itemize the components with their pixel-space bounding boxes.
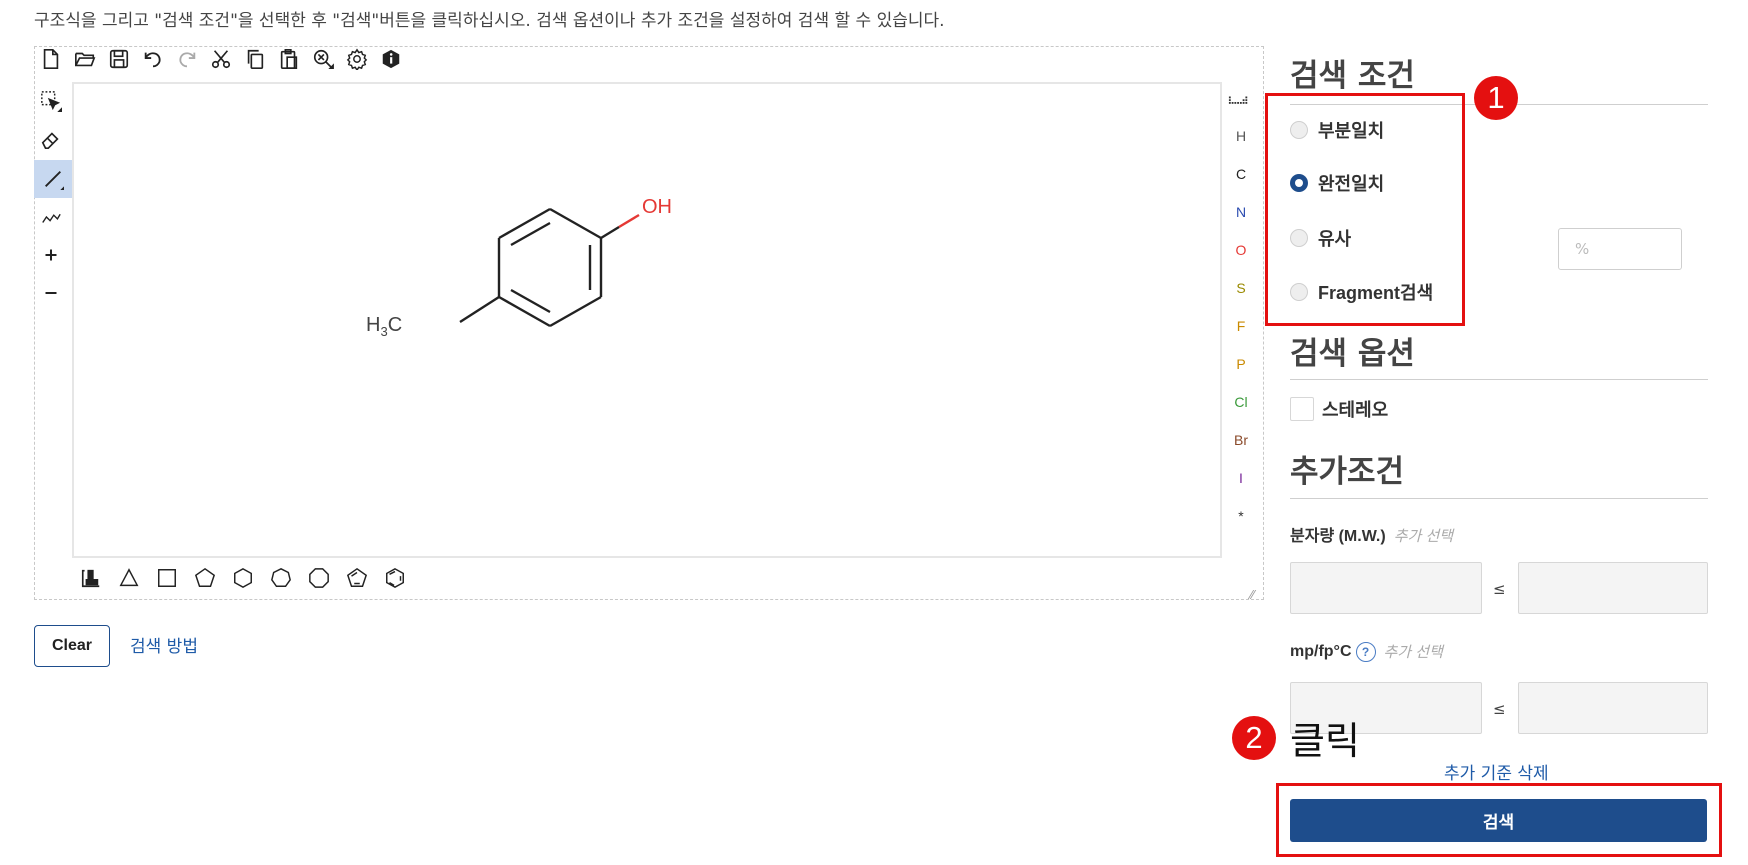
mp-hint: 추가 선택 — [1383, 644, 1443, 661]
mp-label-text: mp/fp°C — [1290, 642, 1352, 660]
minus-icon[interactable] — [38, 280, 64, 306]
element-h-button[interactable]: H — [1224, 128, 1258, 144]
octagon-icon[interactable] — [306, 565, 332, 591]
divider — [1290, 498, 1708, 499]
methyl-subscript: 3 — [380, 324, 388, 339]
info-icon[interactable] — [378, 46, 404, 72]
pentagon-icon[interactable] — [192, 565, 218, 591]
clear-button[interactable]: Clear — [34, 625, 110, 667]
bond-icon[interactable] — [34, 160, 72, 198]
undo-icon[interactable] — [140, 46, 166, 72]
square-icon[interactable] — [154, 565, 180, 591]
resize-handle-icon[interactable]: ⁄⁄ — [1250, 588, 1254, 602]
instruction-text: 구조식을 그리고 "검색 조건"을 선택한 후 "검색"버튼을 클릭하십시오. … — [34, 11, 945, 31]
mw-hint: 추가 선택 — [1393, 528, 1454, 545]
save-icon[interactable] — [106, 46, 132, 72]
element-wildcard-button[interactable]: * — [1224, 508, 1258, 524]
search-help-link[interactable]: 검색 방법 — [130, 632, 198, 657]
mw-max-input[interactable] — [1518, 562, 1708, 614]
remove-criteria-link[interactable]: 추가 기준 삭제 — [1444, 759, 1549, 784]
element-n-button[interactable]: N — [1224, 204, 1258, 220]
element-o-button[interactable]: O — [1224, 242, 1258, 258]
benzene-icon[interactable] — [382, 565, 408, 591]
zoom-icon[interactable] — [310, 46, 336, 72]
mp-label: mp/fp°C ? 추가 선택 — [1290, 641, 1443, 662]
open-folder-icon[interactable] — [72, 46, 98, 72]
element-c-button[interactable]: C — [1224, 166, 1258, 182]
mw-le-symbol: ≤ — [1493, 580, 1506, 598]
extra-conditions-title: 추가조건 — [1290, 454, 1405, 490]
stereo-checkbox[interactable] — [1290, 397, 1314, 421]
periodic-table-icon[interactable] — [1226, 89, 1252, 115]
paste-icon[interactable] — [276, 46, 302, 72]
eraser-icon[interactable] — [38, 126, 64, 152]
mp-max-input[interactable] — [1518, 682, 1708, 734]
element-br-button[interactable]: Br — [1224, 432, 1258, 448]
settings-icon[interactable] — [344, 46, 370, 72]
highlight-box-conditions — [1265, 93, 1465, 326]
oh-label: OH — [642, 196, 672, 218]
template-icon[interactable] — [78, 565, 104, 591]
cyclopentadiene-icon[interactable] — [344, 565, 370, 591]
step-1-badge: 1 — [1474, 76, 1518, 120]
element-i-button[interactable]: I — [1224, 470, 1258, 486]
search-options-title: 검색 옵션 — [1290, 336, 1415, 372]
element-cl-button[interactable]: Cl — [1224, 394, 1258, 410]
chain-icon[interactable] — [38, 204, 64, 230]
methyl-c: C — [387, 314, 403, 336]
redo-icon[interactable] — [174, 46, 200, 72]
mw-label: 분자량 (M.W.) 추가 선택 — [1290, 522, 1453, 546]
new-file-icon[interactable] — [38, 46, 64, 72]
similarity-percent-input[interactable]: % — [1558, 228, 1682, 270]
search-conditions-title: 검색 조건 — [1290, 58, 1415, 94]
element-f-button[interactable]: F — [1224, 318, 1258, 334]
stereo-label: 스테레오 — [1322, 400, 1389, 421]
heptagon-icon[interactable] — [268, 565, 294, 591]
mw-min-input[interactable] — [1290, 562, 1482, 614]
step-2-badge: 2 — [1232, 716, 1276, 760]
cut-icon[interactable] — [208, 46, 234, 72]
molecule-drawing — [459, 207, 640, 328]
methyl-h: H — [366, 314, 381, 336]
click-annotation: 클릭 — [1290, 719, 1360, 763]
select-icon[interactable] — [38, 88, 64, 114]
element-p-button[interactable]: P — [1224, 356, 1258, 372]
methyl-label: H3C — [366, 314, 402, 339]
mw-label-text: 분자량 (M.W.) — [1290, 528, 1386, 545]
triangle-icon[interactable] — [116, 565, 142, 591]
help-question-icon[interactable]: ? — [1355, 641, 1376, 662]
copy-icon[interactable] — [242, 46, 268, 72]
element-s-button[interactable]: S — [1224, 280, 1258, 296]
highlight-box-search — [1276, 783, 1722, 857]
divider — [1290, 379, 1708, 380]
hexagon-icon[interactable] — [230, 565, 256, 591]
plus-icon[interactable] — [38, 242, 64, 268]
mp-le-symbol: ≤ — [1493, 700, 1506, 718]
